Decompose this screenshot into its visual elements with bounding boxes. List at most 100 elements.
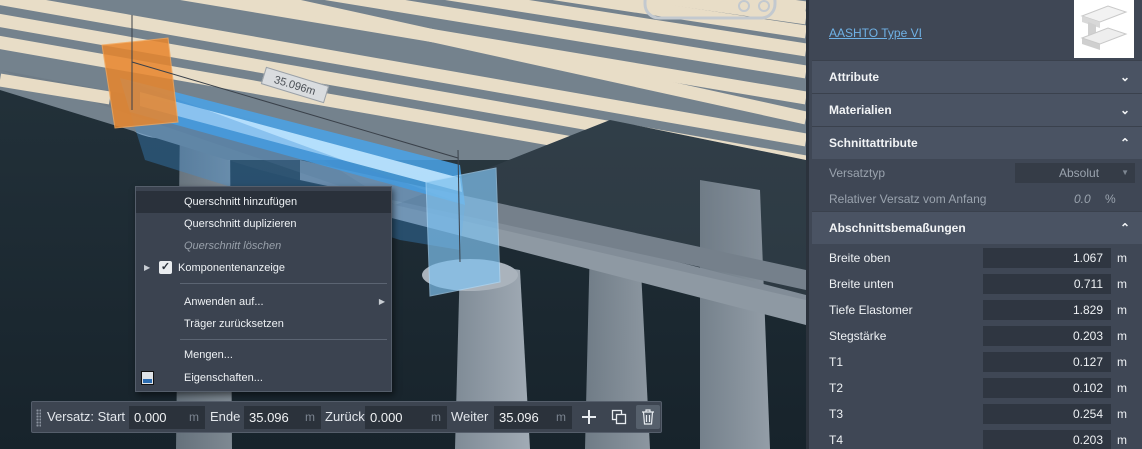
- properties-icon: [141, 371, 154, 385]
- menu-quantities-label: Mengen...: [184, 349, 233, 361]
- dropdown-arrow-icon: ▼: [1121, 168, 1129, 177]
- duplicate-section-button[interactable]: [607, 405, 631, 429]
- relativer-versatz-value: 0.0: [1074, 192, 1091, 206]
- menu-reset-girder-label: Träger zurücksetzen: [184, 318, 284, 330]
- chevron-down-icon: ⌄: [1119, 70, 1130, 84]
- plus-icon: [582, 410, 596, 424]
- dimension-row: Breite oben 1.067 m: [812, 245, 1142, 271]
- chevron-down-icon: ⌄: [1119, 103, 1130, 117]
- menu-properties[interactable]: Eigenschaften...: [136, 367, 391, 389]
- dimension-unit: m: [1117, 433, 1127, 447]
- menu-component-display-label: Komponentenanzeige: [178, 262, 286, 274]
- menu-divider: [180, 339, 387, 340]
- menu-reset-girder[interactable]: Träger zurücksetzen: [136, 313, 391, 335]
- 3d-viewport[interactable]: 35.096m: [0, 0, 806, 449]
- offset-back-field[interactable]: m: [365, 406, 447, 429]
- versatztyp-value: Absolut: [1059, 166, 1100, 180]
- menu-duplicate-section[interactable]: Querschnitt duplizieren: [136, 213, 391, 235]
- delete-section-button[interactable]: [636, 405, 660, 429]
- profile-link[interactable]: AASHTO Type VI: [829, 26, 922, 40]
- section-schnittattribute[interactable]: Schnittattribute ⌃: [812, 126, 1142, 159]
- section-schnittattribute-title: Schnittattribute: [829, 136, 918, 150]
- dimension-value-field[interactable]: 0.127: [983, 352, 1111, 372]
- dimension-unit: m: [1117, 381, 1127, 395]
- offset-forward-label: Weiter: [451, 409, 489, 424]
- dimension-value-field[interactable]: 1.067: [983, 248, 1111, 268]
- checkbox-checked-icon[interactable]: ✓: [159, 261, 172, 274]
- dimension-row: Stegstärke 0.203 m: [812, 323, 1142, 349]
- start-section-plane[interactable]: [101, 37, 179, 129]
- dimension-label: T2: [829, 381, 844, 395]
- dimension-unit: m: [1117, 251, 1127, 265]
- section-attribute[interactable]: Attribute ⌄: [812, 60, 1142, 93]
- expand-arrow-icon[interactable]: ▶: [144, 257, 150, 279]
- offset-start-field[interactable]: m: [129, 406, 205, 429]
- dimension-row: Breite unten 0.711 m: [812, 271, 1142, 297]
- unit-label: m: [431, 410, 441, 424]
- relativer-versatz-unit: %: [1105, 192, 1116, 206]
- relativer-versatz-label: Relativer Versatz vom Anfang: [829, 192, 987, 206]
- chevron-up-icon: ⌃: [1119, 136, 1130, 150]
- drag-handle-icon[interactable]: [36, 409, 41, 427]
- menu-quantities[interactable]: Mengen...: [136, 344, 391, 366]
- dimension-unit: m: [1117, 329, 1127, 343]
- versatztyp-label: Versatztyp: [829, 166, 886, 180]
- offset-end-field[interactable]: m: [244, 406, 321, 429]
- unit-label: m: [189, 410, 199, 424]
- end-section-plane[interactable]: [425, 167, 501, 297]
- properties-panel: AASHTO Type VI Attribute ⌄ Materialien ⌄…: [806, 0, 1142, 449]
- dimension-unit: m: [1117, 407, 1127, 421]
- add-section-button[interactable]: [577, 405, 601, 429]
- dimension-unit: m: [1117, 303, 1127, 317]
- relativer-versatz-row: Relativer Versatz vom Anfang 0.0 %: [812, 186, 1142, 212]
- dimension-label: Tiefe Elastomer: [829, 303, 913, 317]
- dimension-label: Breite oben: [829, 251, 891, 265]
- dimension-row: Tiefe Elastomer 1.829 m: [812, 297, 1142, 323]
- dimension-value-field[interactable]: 1.829: [983, 300, 1111, 320]
- section-materialien[interactable]: Materialien ⌄: [812, 93, 1142, 126]
- dimension-unit: m: [1117, 355, 1127, 369]
- versatztyp-row: Versatztyp Absolut ▼: [812, 160, 1142, 186]
- offset-end-label: Ende: [210, 409, 241, 424]
- menu-apply-to-label: Anwenden auf...: [184, 296, 264, 308]
- menu-add-section-label: Querschnitt hinzufügen: [184, 196, 298, 208]
- submenu-arrow-icon: ▶: [378, 297, 385, 306]
- dimension-label: T4: [829, 433, 844, 447]
- dimension-value-field[interactable]: 0.203: [983, 430, 1111, 449]
- menu-add-section[interactable]: Querschnitt hinzufügen: [136, 191, 391, 213]
- unit-label: m: [556, 410, 566, 424]
- profile-thumbnail[interactable]: [1074, 0, 1134, 58]
- menu-component-display[interactable]: ▶ ✓ Komponentenanzeige: [136, 257, 391, 279]
- chevron-up-icon: ⌃: [1119, 221, 1130, 235]
- bridge-scene: [0, 0, 806, 449]
- dimension-value-field[interactable]: 0.102: [983, 378, 1111, 398]
- dimension-label: Stegstärke: [829, 329, 887, 343]
- trash-icon: [642, 409, 654, 425]
- dimension-label: Breite unten: [829, 277, 894, 291]
- dimension-value-field[interactable]: 0.254: [983, 404, 1111, 424]
- copy-icon: [611, 409, 627, 425]
- section-materialien-title: Materialien: [829, 103, 892, 117]
- versatztyp-dropdown[interactable]: Absolut ▼: [1015, 163, 1135, 183]
- menu-properties-label: Eigenschaften...: [184, 372, 263, 384]
- offset-forward-field[interactable]: m: [494, 406, 572, 429]
- context-menu: Querschnitt hinzufügen Querschnitt dupli…: [135, 186, 392, 392]
- girder-profile-icon: [1080, 5, 1128, 50]
- section-abschnitt-title: Abschnittsbemaßungen: [829, 221, 966, 235]
- menu-apply-to[interactable]: Anwenden auf... ▶: [136, 291, 391, 313]
- section-attribute-title: Attribute: [829, 70, 879, 84]
- offset-start-label: Versatz: Start: [47, 409, 126, 424]
- dimension-unit: m: [1117, 277, 1127, 291]
- dimension-row: T2 0.102 m: [812, 375, 1142, 401]
- offset-back-label: Zurück: [325, 409, 365, 424]
- offset-toolbar: Versatz: Start m Ende m Zurück m Weiter …: [31, 401, 662, 433]
- section-abschnittsbemassungen[interactable]: Abschnittsbemaßungen ⌃: [812, 211, 1142, 244]
- dimension-value-field[interactable]: 0.203: [983, 326, 1111, 346]
- dimension-label: T3: [829, 407, 844, 421]
- unit-label: m: [305, 410, 315, 424]
- menu-duplicate-section-label: Querschnitt duplizieren: [184, 218, 297, 230]
- menu-divider: [180, 283, 387, 284]
- dimension-value-field[interactable]: 0.711: [983, 274, 1111, 294]
- dimension-label: T1: [829, 355, 844, 369]
- dimension-row: T3 0.254 m: [812, 401, 1142, 427]
